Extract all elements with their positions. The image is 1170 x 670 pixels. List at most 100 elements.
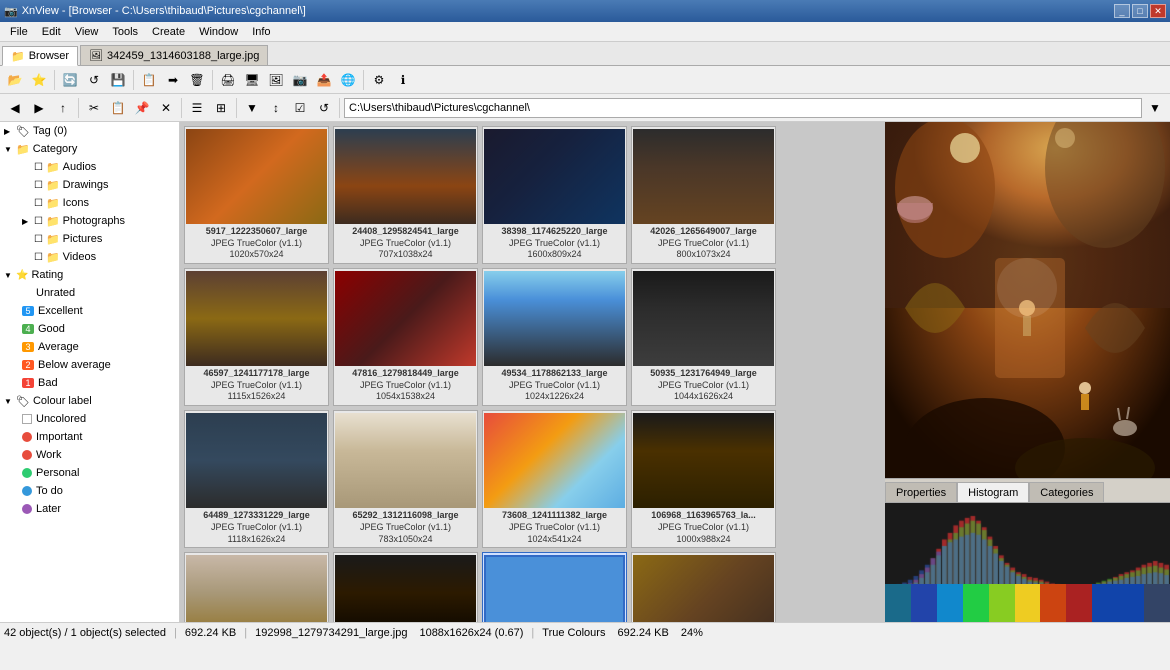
thumb-9[interactable]: 64489_1273331229_large JPEG TrueColor (v… bbox=[184, 410, 329, 548]
colour-label-label: Colour label bbox=[33, 395, 92, 407]
nav-paste-button[interactable]: 📌 bbox=[131, 97, 153, 119]
thumb-10[interactable]: 65292_1312116098_large JPEG TrueColor (v… bbox=[333, 410, 478, 548]
thumb-15[interactable]: 192998_1279734291_la... JPEG TrueColor (… bbox=[482, 552, 627, 622]
folder-open-button[interactable]: 📂 bbox=[4, 69, 26, 91]
sidebar-item-icons[interactable]: ☐ 📁 Icons bbox=[0, 194, 179, 212]
filter-button[interactable]: ▼ bbox=[241, 97, 263, 119]
sidebar-item-below-average[interactable]: 2 Below average bbox=[0, 356, 179, 374]
nav-copy-button[interactable]: 📋 bbox=[107, 97, 129, 119]
sidebar-item-videos[interactable]: ☐ 📁 Videos bbox=[0, 248, 179, 266]
sidebar-item-drawings[interactable]: ☐ 📁 Drawings bbox=[0, 176, 179, 194]
later-label: Later bbox=[36, 503, 61, 515]
search-button[interactable]: ↺ bbox=[313, 97, 335, 119]
tab-image[interactable]: 🖼 342459_1314603188_large.jpg bbox=[80, 45, 268, 65]
thumb-6[interactable]: 47816_1279818449_large JPEG TrueColor (v… bbox=[333, 268, 478, 406]
sidebar-item-uncolored[interactable]: Uncolored bbox=[0, 410, 179, 428]
image-button[interactable]: 🖼 bbox=[265, 69, 287, 91]
thumb-8[interactable]: 50935_1231764949_large JPEG TrueColor (v… bbox=[631, 268, 776, 406]
window-controls[interactable]: _ □ ✕ bbox=[1114, 4, 1166, 18]
sidebar-item-good[interactable]: 4 Good bbox=[0, 320, 179, 338]
sidebar-item-personal[interactable]: Personal bbox=[0, 464, 179, 482]
menu-view[interactable]: View bbox=[69, 25, 105, 39]
sidebar-item-category[interactable]: ▼ 📁 Category bbox=[0, 140, 179, 158]
thumb-1[interactable]: 5917_1222350607_large JPEG TrueColor (v1… bbox=[184, 126, 329, 264]
sidebar-item-pictures[interactable]: ☐ 📁 Pictures bbox=[0, 230, 179, 248]
maximize-button[interactable]: □ bbox=[1132, 4, 1148, 18]
view-thumb-button[interactable]: ⊞ bbox=[210, 97, 232, 119]
bookmarks-button[interactable]: ⭐ bbox=[28, 69, 50, 91]
select-button[interactable]: ☑ bbox=[289, 97, 311, 119]
menu-edit[interactable]: Edit bbox=[36, 25, 67, 39]
sort-button[interactable]: ↕ bbox=[265, 97, 287, 119]
tab-browser[interactable]: 📁 Browser bbox=[2, 46, 78, 66]
thumb-2[interactable]: 24408_1295824541_large JPEG TrueColor (v… bbox=[333, 126, 478, 264]
export-button[interactable]: 📤 bbox=[313, 69, 335, 91]
sidebar-item-tag[interactable]: ▶ 🏷 Tag (0) bbox=[0, 122, 179, 140]
sidebar-item-rating[interactable]: ▼ ⭐ Rating bbox=[0, 266, 179, 284]
tabbar: 📁 Browser 🖼 342459_1314603188_large.jpg bbox=[0, 42, 1170, 66]
camera-button[interactable]: 📷 bbox=[289, 69, 311, 91]
preview-panel: Properties Histogram Categories bbox=[885, 122, 1170, 622]
delete-button[interactable]: 🗑 bbox=[186, 69, 208, 91]
thumb-3[interactable]: 38398_1174625220_large JPEG TrueColor (v… bbox=[482, 126, 627, 264]
nav-del-button[interactable]: ✕ bbox=[155, 97, 177, 119]
thumb-12[interactable]: 106968_1163965763_la... JPEG TrueColor (… bbox=[631, 410, 776, 548]
thumb-2-info: 24408_1295824541_large JPEG TrueColor (v… bbox=[336, 226, 475, 261]
move-button[interactable]: ➡ bbox=[162, 69, 184, 91]
average-label: Average bbox=[38, 341, 79, 353]
sidebar-item-unrated[interactable]: Unrated bbox=[0, 284, 179, 302]
preview-image bbox=[885, 122, 1170, 478]
tab-histogram[interactable]: Histogram bbox=[957, 482, 1029, 502]
thumb-13[interactable]: 125841_1166714058_la... JPEG TrueColor (… bbox=[184, 552, 329, 622]
nav-up-button[interactable]: ↑ bbox=[52, 97, 74, 119]
minimize-button[interactable]: _ bbox=[1114, 4, 1130, 18]
main-area: ▶ 🏷 Tag (0) ▼ 📁 Category ☐ 📁 Audios ☐ 📁 … bbox=[0, 122, 1170, 622]
below-average-label: Below average bbox=[38, 359, 111, 371]
copy-button[interactable]: 📋 bbox=[138, 69, 160, 91]
thumb-11[interactable]: 73608_1241111382_large JPEG TrueColor (v… bbox=[482, 410, 627, 548]
address-input[interactable] bbox=[344, 98, 1142, 118]
settings-button[interactable]: ⚙ bbox=[368, 69, 390, 91]
sidebar-item-average[interactable]: 3 Average bbox=[0, 338, 179, 356]
sidebar-item-bad[interactable]: 1 Bad bbox=[0, 374, 179, 392]
address-go-button[interactable]: ▼ bbox=[1144, 97, 1166, 119]
tab-properties[interactable]: Properties bbox=[885, 482, 957, 502]
sidebar-item-important[interactable]: Important bbox=[0, 428, 179, 446]
sidebar-item-audios[interactable]: ☐ 📁 Audios bbox=[0, 158, 179, 176]
thumb-7[interactable]: 49534_1178862133_large JPEG TrueColor (v… bbox=[482, 268, 627, 406]
sidebar-item-colour-label[interactable]: ▼ 🏷 Colour label bbox=[0, 392, 179, 410]
menu-tools[interactable]: Tools bbox=[106, 25, 144, 39]
menu-create[interactable]: Create bbox=[146, 25, 191, 39]
refresh-button[interactable]: 🔄 bbox=[59, 69, 81, 91]
toolbar-sep-1 bbox=[54, 70, 55, 90]
thumb-5[interactable]: 46597_1241177178_large JPEG TrueColor (v… bbox=[184, 268, 329, 406]
sidebar-item-excellent[interactable]: 5 Excellent bbox=[0, 302, 179, 320]
sidebar-item-todo[interactable]: To do bbox=[0, 482, 179, 500]
menu-file[interactable]: File bbox=[4, 25, 34, 39]
tab-categories[interactable]: Categories bbox=[1029, 482, 1104, 502]
menu-info[interactable]: Info bbox=[246, 25, 276, 39]
todo-label: To do bbox=[36, 485, 63, 497]
thumb-4[interactable]: 42026_1265649007_large JPEG TrueColor (v… bbox=[631, 126, 776, 264]
menu-window[interactable]: Window bbox=[193, 25, 244, 39]
file-browser[interactable]: 5917_1222350607_large JPEG TrueColor (v1… bbox=[180, 122, 885, 622]
save-button[interactable]: 💾 bbox=[107, 69, 129, 91]
nav-cut-button[interactable]: ✂ bbox=[83, 97, 105, 119]
thumb-14[interactable]: 160022_1205695844_la... JPEG TrueColor (… bbox=[333, 552, 478, 622]
sidebar-item-work[interactable]: Work bbox=[0, 446, 179, 464]
web-button[interactable]: 🌐 bbox=[337, 69, 359, 91]
sidebar-item-photographs[interactable]: ▶ ☐ 📁 Photographs bbox=[0, 212, 179, 230]
nav-forward-button[interactable]: ▶ bbox=[28, 97, 50, 119]
thumb-16[interactable]: 193080_1180812449_la... JPEG TrueColor (… bbox=[631, 552, 776, 622]
tag-label: Tag (0) bbox=[33, 125, 67, 137]
nav-back-button[interactable]: ◀ bbox=[4, 97, 26, 119]
audios-label: Audios bbox=[63, 161, 97, 173]
sidebar-item-later[interactable]: Later bbox=[0, 500, 179, 518]
view-list-button[interactable]: ☰ bbox=[186, 97, 208, 119]
monitor-button[interactable]: 🖥 bbox=[241, 69, 263, 91]
info-button[interactable]: ℹ bbox=[392, 69, 414, 91]
close-button[interactable]: ✕ bbox=[1150, 4, 1166, 18]
histogram-tab-label: Histogram bbox=[968, 487, 1018, 499]
print-button[interactable]: 🖨 bbox=[217, 69, 239, 91]
refresh2-button[interactable]: ↺ bbox=[83, 69, 105, 91]
